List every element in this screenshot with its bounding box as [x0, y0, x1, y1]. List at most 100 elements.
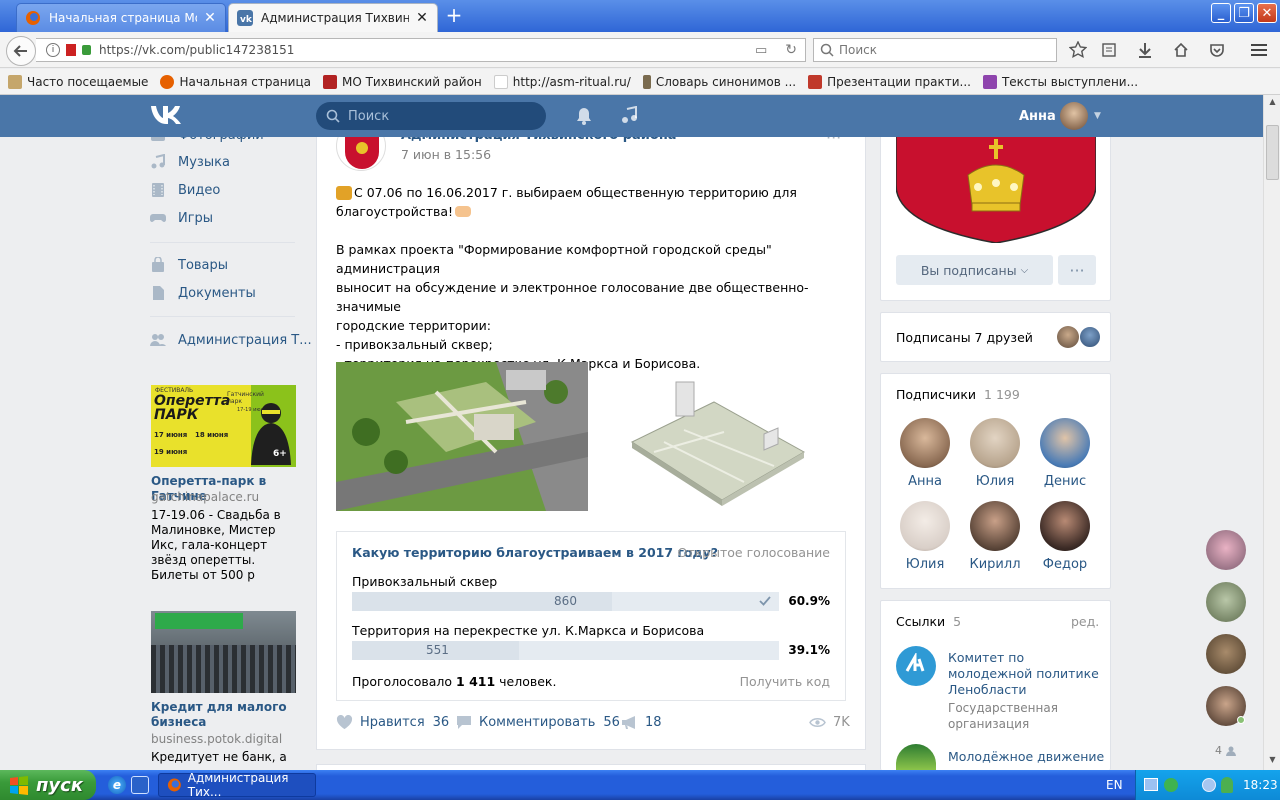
- friend-avatar[interactable]: [1057, 326, 1079, 348]
- show-desktop-icon[interactable]: [131, 776, 149, 794]
- nav-item-documents[interactable]: Документы: [150, 281, 256, 305]
- followers-header[interactable]: Подписчики 1 199: [896, 387, 1020, 402]
- chat-more-contacts[interactable]: 4: [1215, 744, 1236, 757]
- like-button[interactable]: Нравится 36: [336, 715, 449, 730]
- info-icon[interactable]: i: [46, 43, 60, 57]
- chat-contact-avatar[interactable]: [1206, 582, 1246, 622]
- user-name[interactable]: Анна: [1019, 109, 1056, 124]
- bookmark-item[interactable]: Словарь синонимов ...: [642, 74, 796, 89]
- bookmark-item[interactable]: МО Тихвинский район: [322, 74, 482, 89]
- tray-settings-icon[interactable]: [1202, 778, 1216, 792]
- start-button[interactable]: пуск: [0, 770, 96, 800]
- blocked-content-icon[interactable]: [66, 44, 76, 56]
- share-count: 18: [645, 715, 662, 730]
- bookmark-item[interactable]: Начальная страница: [160, 74, 311, 89]
- menu-icon[interactable]: [1249, 40, 1269, 60]
- poll-option-bar[interactable]: 860: [352, 592, 779, 611]
- bookmark-item[interactable]: http://asm-ritual.ru/: [493, 74, 631, 89]
- links-edit-link[interactable]: ред.: [1071, 614, 1099, 629]
- close-window-icon[interactable]: ✕: [1257, 3, 1277, 23]
- close-tab-icon[interactable]: ✕: [203, 10, 217, 26]
- link-title[interactable]: Молодёжное движение: [948, 749, 1104, 764]
- scroll-down-icon[interactable]: ▼: [1266, 755, 1279, 768]
- follower[interactable]: Федор: [1035, 501, 1095, 572]
- ad-banner-operetta[interactable]: ФЕСТИВАЛЬ Оперетта ПАРК Гатчинский парк …: [151, 385, 296, 467]
- follower[interactable]: Юлия: [895, 501, 955, 572]
- post-image-isometric-render[interactable]: [624, 372, 808, 508]
- get-code-link[interactable]: Получить код: [740, 674, 830, 689]
- taskbar-window-firefox[interactable]: Администрация Тих...: [158, 771, 316, 799]
- links-header[interactable]: Ссылки 5: [896, 614, 961, 629]
- friends-subscribed-text[interactable]: Подписаны 7 друзей: [896, 330, 1033, 345]
- url-text[interactable]: https://vk.com/public147238151: [99, 43, 294, 57]
- music-player-icon[interactable]: [621, 106, 637, 124]
- bag-icon: [152, 257, 164, 272]
- nav-item-goods[interactable]: Товары: [150, 253, 228, 277]
- bookmark-label: Часто посещаемые: [27, 74, 149, 89]
- tray-speed-icon[interactable]: [1183, 776, 1199, 792]
- chat-contact-avatar[interactable]: [1206, 634, 1246, 674]
- nav-divider: [150, 316, 295, 317]
- follower[interactable]: Юлия: [965, 418, 1025, 489]
- url-bar[interactable]: i https://vk.com/public147238151 ▭ ↻: [36, 38, 806, 62]
- new-tab-icon[interactable]: +: [444, 5, 464, 26]
- ad-domain[interactable]: gatchinapalace.ru: [151, 490, 259, 504]
- views-counter: 7K: [809, 715, 850, 730]
- nav-item-music[interactable]: Музыка: [150, 150, 230, 174]
- bookmarks-list-icon[interactable]: [1099, 40, 1119, 60]
- close-tab-icon[interactable]: ✕: [415, 10, 429, 26]
- tray-app-icon[interactable]: [1164, 778, 1178, 792]
- scroll-up-icon[interactable]: ▲: [1266, 97, 1279, 110]
- nav-label: Документы: [178, 285, 256, 301]
- post-date[interactable]: 7 июн в 15:56: [401, 147, 491, 162]
- reader-view-icon[interactable]: ▭: [755, 43, 767, 58]
- post-image-square-render[interactable]: [336, 362, 588, 511]
- reload-icon[interactable]: ↻: [785, 42, 797, 58]
- share-button[interactable]: 18: [621, 715, 662, 730]
- chat-contact-avatar[interactable]: [1206, 530, 1246, 570]
- tab-firefox-start[interactable]: Начальная страница Mozilla ... ✕: [16, 3, 226, 32]
- tab-vk-active[interactable]: vk Администрация Тихвинског... ✕: [228, 3, 438, 32]
- network-icon[interactable]: [1144, 778, 1158, 791]
- follower[interactable]: Анна: [895, 418, 955, 489]
- tray-user-icon[interactable]: [1221, 777, 1233, 793]
- back-button[interactable]: [6, 36, 36, 66]
- firefox-icon: [160, 74, 175, 89]
- ad-text[interactable]: 17-19.06 - Свадьба в Малиновке, Мистер И…: [151, 508, 299, 583]
- page-scrollbar[interactable]: ▲ ▼: [1263, 95, 1280, 770]
- pocket-icon[interactable]: [1207, 40, 1227, 60]
- maximize-icon[interactable]: ❐: [1234, 3, 1254, 23]
- follower[interactable]: Кирилл: [965, 501, 1025, 572]
- link-title[interactable]: Комитет по молодежной политике Ленобласт…: [948, 650, 1099, 698]
- nav-item-video[interactable]: Видео: [150, 178, 220, 202]
- poll-option-bar[interactable]: 551: [352, 641, 779, 660]
- internet-explorer-icon[interactable]: e: [108, 776, 126, 794]
- ad-title[interactable]: Кредит для малого бизнеса: [151, 700, 291, 730]
- group-more-button[interactable]: ···: [1058, 255, 1096, 285]
- clock[interactable]: 18:23: [1243, 778, 1278, 792]
- bookmark-item[interactable]: Часто посещаемые: [8, 74, 149, 89]
- vk-search-input[interactable]: Поиск: [316, 102, 546, 130]
- bookmark-item[interactable]: Презентации практи...: [808, 74, 971, 89]
- download-icon[interactable]: [1135, 40, 1155, 60]
- ad-domain[interactable]: business.potok.digital: [151, 732, 282, 746]
- subscribed-button[interactable]: Вы подписаны ⌵: [896, 255, 1053, 285]
- browser-search-input[interactable]: Поиск: [813, 38, 1057, 62]
- notifications-bell-icon[interactable]: [576, 107, 592, 125]
- minimize-icon[interactable]: _: [1211, 3, 1231, 23]
- follower[interactable]: Денис: [1035, 418, 1095, 489]
- nav-item-group-admin[interactable]: Администрация Т...: [150, 328, 312, 352]
- comment-button[interactable]: Комментировать 56: [456, 715, 620, 730]
- vk-logo-icon[interactable]: [150, 104, 184, 126]
- language-indicator[interactable]: EN: [1106, 778, 1123, 792]
- bookmark-star-icon[interactable]: [1068, 40, 1088, 60]
- user-avatar[interactable]: [1060, 102, 1088, 130]
- home-icon[interactable]: [1171, 40, 1191, 60]
- nav-item-games[interactable]: Игры: [150, 206, 213, 230]
- scrollbar-thumb[interactable]: [1266, 125, 1279, 180]
- friend-avatar[interactable]: [1079, 326, 1101, 348]
- user-menu-chevron-icon[interactable]: ▼: [1094, 111, 1101, 121]
- bookmark-item[interactable]: Тексты выступлени...: [982, 74, 1138, 89]
- groups-icon: [150, 334, 166, 346]
- link-avatar[interactable]: [896, 646, 936, 686]
